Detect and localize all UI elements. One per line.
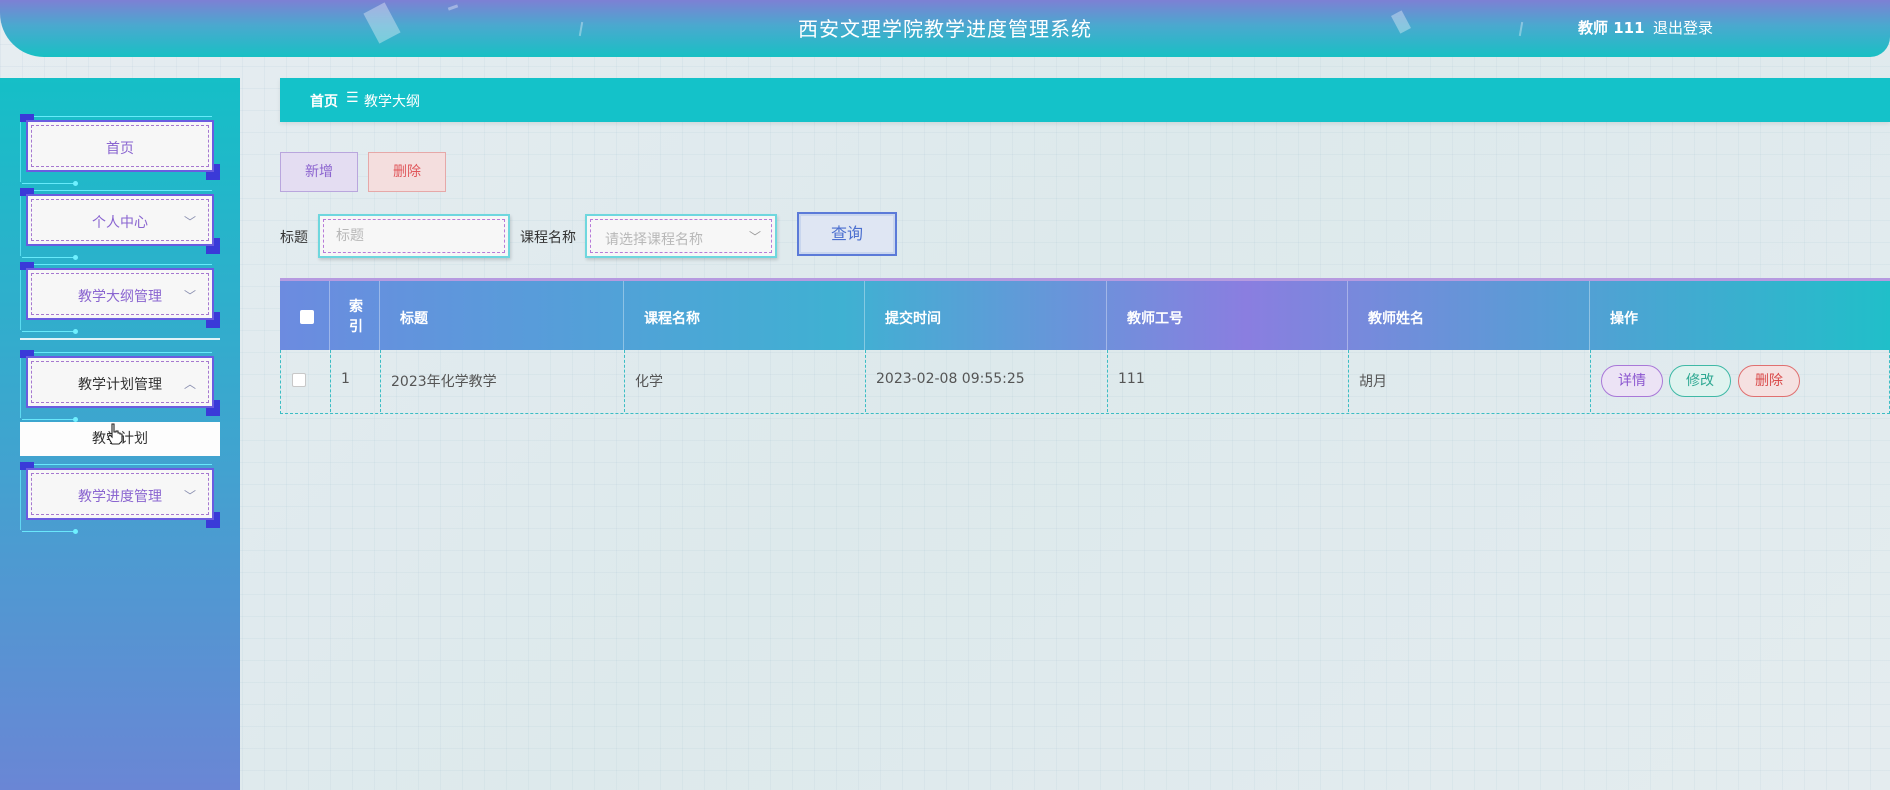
breadcrumb: 首页 ☰ 教学大纲 <box>280 78 1890 122</box>
cell-text: 1 <box>341 371 350 387</box>
menu-frame-line <box>22 529 78 534</box>
cell-actions: 详情 修改 删除 <box>1591 350 1889 412</box>
header-index: 索引 <box>330 281 380 353</box>
chevron-down-icon: ﹀ <box>183 289 196 303</box>
data-table: 索引 标题 课程名称 提交时间 教师工号 教师姓名 操作 1 2023年化学教学 <box>280 278 1890 414</box>
column-header-label: 操作 <box>1610 311 1638 327</box>
sidebar-item-home[interactable]: 首页 <box>20 114 220 186</box>
cell-teacher-id: 111 <box>1108 350 1349 412</box>
sidebar-item-personal-center[interactable]: 个人中心 ﹀ <box>20 188 220 260</box>
menu-frame-line <box>20 470 21 530</box>
row-select-cell <box>281 350 331 412</box>
cell-text: 2023年化学教学 <box>391 374 497 390</box>
logout-link[interactable]: 退出登录 <box>1653 17 1713 38</box>
header-submit-time: 提交时间 <box>865 281 1107 353</box>
cell-course: 化学 <box>625 350 866 412</box>
menu-frame-line <box>32 264 212 265</box>
column-header-label: 教师姓名 <box>1368 311 1424 327</box>
sidebar-divider <box>20 338 220 340</box>
add-button[interactable]: 新增 <box>280 152 358 192</box>
menu-frame-line <box>22 255 78 260</box>
menu-frame-line <box>20 358 21 418</box>
cell-teacher-name: 胡月 <box>1349 350 1591 412</box>
query-button[interactable]: 查询 <box>797 212 897 256</box>
column-header-label: 提交时间 <box>885 311 941 327</box>
detail-button[interactable]: 详情 <box>1601 365 1663 397</box>
breadcrumb-home[interactable]: 首页 <box>310 91 338 111</box>
chevron-up-icon: ︿ <box>183 377 196 391</box>
breadcrumb-current: 教学大纲 <box>364 94 420 110</box>
menu-frame-line <box>32 116 212 117</box>
sidebar-item-syllabus-management[interactable]: 教学大纲管理 ﹀ <box>20 262 220 334</box>
course-select[interactable]: 请选择课程名称 ﹀ <box>585 214 777 258</box>
course-select-placeholder: 请选择课程名称 <box>605 232 703 248</box>
batch-delete-button[interactable]: 删除 <box>368 152 446 192</box>
row-checkbox[interactable] <box>292 373 306 387</box>
menu-item-box: 教学进度管理 ﹀ <box>26 468 214 520</box>
title-filter-label: 标题 <box>280 230 308 246</box>
header-actions: 操作 <box>1590 281 1890 353</box>
table-row: 1 2023年化学教学 化学 2023-02-08 09:55:25 111 胡… <box>280 350 1890 414</box>
breadcrumb-separator-icon: ☰ <box>346 90 359 106</box>
title-filter-wrapper <box>318 214 510 258</box>
column-header-label: 标题 <box>400 311 428 327</box>
menu-frame-line <box>32 464 212 465</box>
menu-frame-line <box>22 181 78 186</box>
sidebar-item-label: 首页 <box>106 141 134 157</box>
column-header-label: 教师工号 <box>1127 311 1183 327</box>
table-header: 索引 标题 课程名称 提交时间 教师工号 教师姓名 操作 <box>280 278 1890 353</box>
menu-frame-line <box>32 352 212 353</box>
column-header-label: 索引 <box>349 299 363 335</box>
course-filter-label: 课程名称 <box>520 230 576 246</box>
edit-button[interactable]: 修改 <box>1669 365 1731 397</box>
top-header: 西安文理学院教学进度管理系统 教师 111 退出登录 <box>0 0 1890 57</box>
menu-frame-line <box>20 196 21 256</box>
cell-submit-time: 2023-02-08 09:55:25 <box>866 350 1108 412</box>
chevron-down-icon: ﹀ <box>748 230 761 244</box>
chevron-down-icon: ﹀ <box>183 489 196 503</box>
cell-text: 2023-02-08 09:55:25 <box>876 371 1025 387</box>
header-teacher-id: 教师工号 <box>1107 281 1348 353</box>
header-decoration <box>447 4 459 11</box>
cell-title: 2023年化学教学 <box>381 350 625 412</box>
menu-item-box: 教学计划管理 ︿ <box>26 356 214 408</box>
menu-frame-line <box>32 190 212 191</box>
delete-row-button[interactable]: 删除 <box>1738 365 1800 397</box>
menu-frame-line <box>22 417 78 422</box>
cell-text: 111 <box>1118 371 1145 387</box>
sidebar-item-plan-management[interactable]: 教学计划管理 ︿ <box>20 350 220 422</box>
hand-cursor-icon <box>107 423 123 445</box>
header-select-all-cell <box>280 281 330 353</box>
chevron-down-icon: ﹀ <box>183 215 196 229</box>
menu-frame-line <box>20 122 21 182</box>
menu-frame-line <box>22 329 78 334</box>
header-teacher-name: 教师姓名 <box>1348 281 1590 353</box>
header-title: 标题 <box>380 281 624 353</box>
select-all-checkbox[interactable] <box>300 310 314 324</box>
menu-item-box: 个人中心 ﹀ <box>26 194 214 246</box>
title-search-input[interactable] <box>336 226 486 246</box>
column-header-label: 课程名称 <box>644 311 700 327</box>
cell-text: 化学 <box>635 374 663 390</box>
sidebar-item-progress-management[interactable]: 教学进度管理 ﹀ <box>20 462 220 534</box>
cell-text: 胡月 <box>1359 374 1387 390</box>
menu-item-box: 首页 <box>26 120 214 172</box>
current-user: 教师 111 <box>1578 19 1645 37</box>
menu-item-box: 教学大纲管理 ﹀ <box>26 268 214 320</box>
header-course: 课程名称 <box>624 281 865 353</box>
menu-frame-line <box>20 270 21 330</box>
cell-index: 1 <box>331 350 381 412</box>
